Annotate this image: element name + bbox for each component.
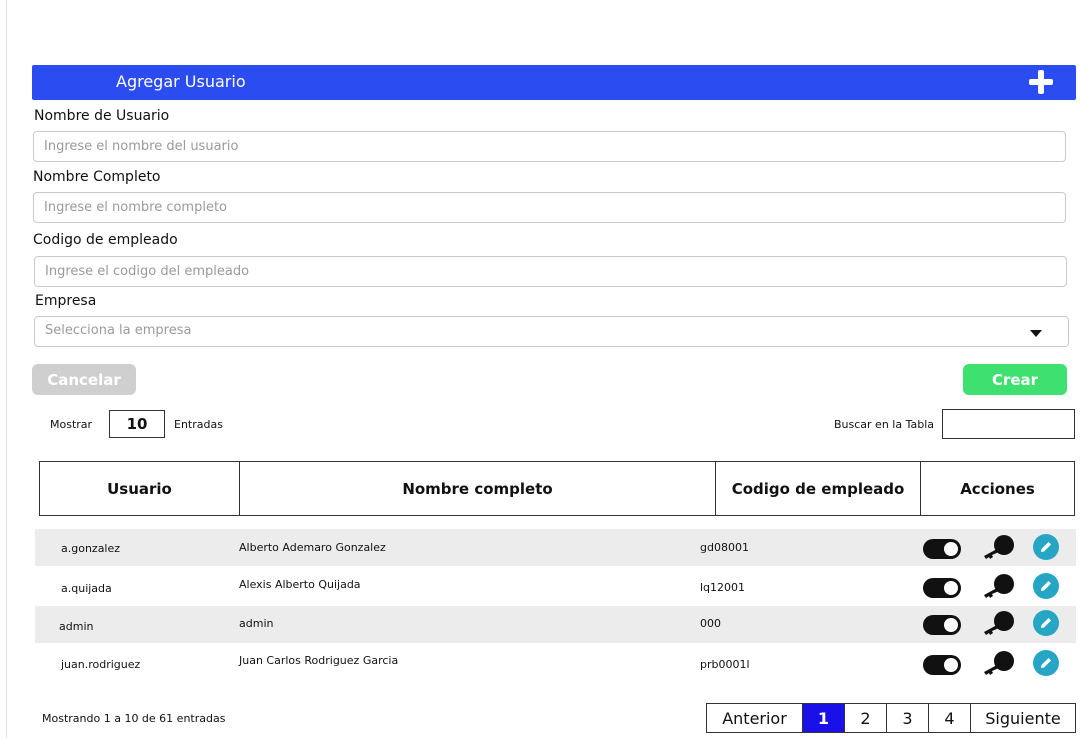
toggle-icon[interactable]	[923, 578, 961, 598]
entries-select[interactable]: 10	[109, 410, 165, 438]
table-row: admin admin 000	[35, 606, 1076, 643]
prev-page-button[interactable]: Anterior	[707, 704, 803, 732]
search-label: Buscar en la Tabla	[834, 418, 935, 431]
key-icon[interactable]	[981, 534, 1015, 560]
cell-codigo: lq12001	[700, 581, 746, 594]
cell-usuario: a.quijada	[61, 582, 112, 595]
employee-code-input[interactable]	[34, 256, 1067, 287]
page-4-button[interactable]: 4	[929, 704, 971, 732]
cell-nombre: Alberto Ademaro Gonzalez	[239, 541, 386, 554]
toggle-icon[interactable]	[923, 539, 961, 559]
username-label: Nombre de Usuario	[34, 108, 170, 124]
cancel-button[interactable]: Cancelar	[32, 364, 136, 395]
username-input[interactable]	[33, 131, 1066, 162]
fullname-input[interactable]	[33, 192, 1066, 223]
pagination: Anterior 1 2 3 4 Siguiente	[706, 703, 1076, 733]
page-2-button[interactable]: 2	[845, 704, 887, 732]
table-row: a.gonzalez Alberto Ademaro Gonzalez gd08…	[35, 529, 1076, 566]
toggle-icon[interactable]	[923, 615, 961, 635]
table-header: Usuario Nombre completo Codigo de emplea…	[39, 461, 1075, 516]
cell-usuario: juan.rodriguez	[61, 658, 141, 671]
cell-usuario: admin	[59, 620, 94, 633]
table-row: juan.rodriguez Juan Carlos Rodriguez Gar…	[35, 645, 1076, 682]
entries-summary: Mostrando 1 a 10 de 61 entradas	[42, 712, 226, 725]
left-divider	[6, 0, 7, 738]
table-row: a.quijada Alexis Alberto Quijada lq12001	[35, 568, 1076, 605]
show-label: Mostrar	[50, 418, 93, 431]
edit-icon[interactable]	[1033, 650, 1059, 676]
edit-icon[interactable]	[1033, 534, 1059, 560]
column-header-usuario[interactable]: Usuario	[40, 462, 240, 515]
entries-label: Entradas	[174, 418, 223, 431]
add-user-header: Agregar Usuario	[32, 65, 1076, 100]
cell-nombre: Alexis Alberto Quijada	[239, 578, 361, 591]
page-1-button[interactable]: 1	[803, 704, 845, 732]
key-icon[interactable]	[981, 573, 1015, 599]
column-header-codigo[interactable]: Codigo de empleado	[716, 462, 921, 515]
header-title: Agregar Usuario	[116, 72, 246, 91]
cell-nombre: admin	[239, 617, 274, 630]
toggle-icon[interactable]	[923, 655, 961, 675]
fullname-label: Nombre Completo	[33, 169, 161, 185]
key-icon[interactable]	[981, 650, 1015, 676]
page-3-button[interactable]: 3	[887, 704, 929, 732]
cell-usuario: a.gonzalez	[61, 542, 121, 555]
company-select[interactable]: Selecciona la empresa	[34, 316, 1069, 347]
cell-nombre: Juan Carlos Rodriguez Garcia	[239, 654, 399, 667]
plus-icon[interactable]	[1028, 69, 1054, 95]
caret-down-icon	[1030, 330, 1042, 337]
create-button[interactable]: Crear	[963, 364, 1067, 395]
table-search-input[interactable]	[942, 409, 1075, 439]
company-label: Empresa	[35, 293, 97, 309]
company-select-placeholder: Selecciona la empresa	[45, 323, 192, 338]
employee-code-label: Codigo de empleado	[33, 232, 178, 248]
next-page-button[interactable]: Siguiente	[971, 704, 1075, 732]
cell-codigo: prb0001l	[700, 658, 750, 671]
cell-codigo: gd08001	[700, 541, 749, 554]
edit-icon[interactable]	[1033, 573, 1059, 599]
key-icon[interactable]	[981, 610, 1015, 636]
column-header-nombre[interactable]: Nombre completo	[240, 462, 716, 515]
cell-codigo: 000	[700, 617, 721, 630]
edit-icon[interactable]	[1033, 610, 1059, 636]
column-header-acciones: Acciones	[960, 479, 1035, 498]
